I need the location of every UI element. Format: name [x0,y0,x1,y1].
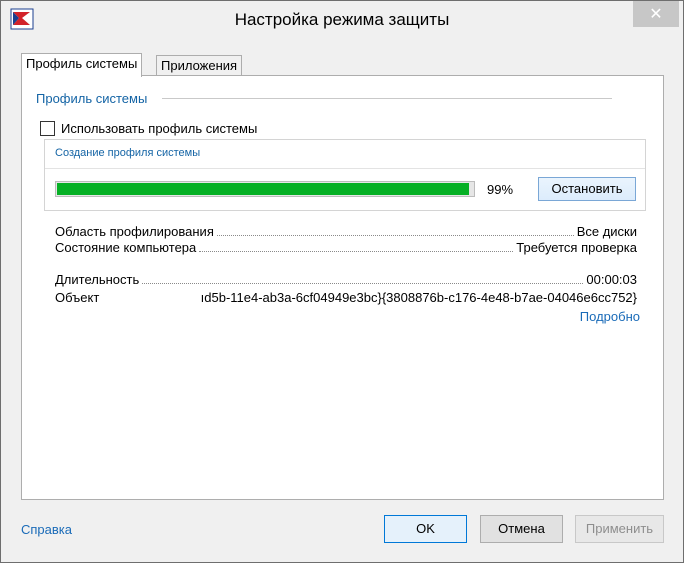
stop-button[interactable]: Остановить [538,177,636,201]
section-divider [162,98,612,99]
profile-progress-bar [55,181,475,197]
detail-value: 00:00:03 [586,272,637,287]
detail-label: Область профилирования [55,224,214,239]
window-title: Настройка режима защиты [234,10,450,29]
object-value: ıd5b-11e4-ab3a-6cf04949e3bc}{3808876b-c1… [200,290,637,305]
close-icon: ✕ [649,6,663,23]
tab-label: Приложения [161,58,238,73]
detail-row-object: Объект ıd5b-11e4-ab3a-6cf04949e3bc}{3808… [55,290,637,306]
tab-applications[interactable]: Приложения [156,55,243,77]
dotted-leader [199,251,514,252]
detail-row-duration: Длительность 00:00:03 [55,271,637,287]
ok-button[interactable]: OK [384,515,467,543]
tab-panel-system-profile: Профиль системы Использовать профиль сис… [21,75,664,500]
detail-label: Длительность [55,272,140,287]
use-system-profile-label[interactable]: Использовать профиль системы [61,121,257,136]
dotted-leader [142,283,584,284]
detail-value: Все диски [576,224,637,239]
dotted-leader [216,235,574,236]
detail-row-computer-state: Состояние компьютера Требуется проверка [55,239,637,255]
protection-mode-settings-window: Настройка режима защиты ✕ Профиль систем… [0,0,684,563]
apply-button[interactable]: Применить [575,515,664,543]
detail-label: Состояние компьютера [55,240,197,255]
profile-creation-group: Создание профиля системы 99% Остановить [44,139,646,211]
cancel-button[interactable]: Отмена [480,515,563,543]
tab-system-profile[interactable]: Профиль системы [21,53,143,77]
object-label: Объект [55,290,100,305]
detail-value: Требуется проверка [516,240,637,255]
close-button[interactable]: ✕ [633,1,679,27]
progress-fill [57,183,469,195]
details-link[interactable]: Подробно [580,309,640,324]
group-divider [45,168,645,169]
tab-label: Профиль системы [26,56,138,71]
profile-creation-title: Создание профиля системы [55,147,201,159]
progress-percent: 99% [487,182,514,197]
help-link[interactable]: Справка [21,522,72,537]
use-system-profile-checkbox[interactable] [40,121,55,136]
detail-row-scope: Область профилирования Все диски [55,223,637,239]
dialog-body: Профиль системы Приложения Профиль систе… [9,39,675,555]
title-bar[interactable]: Настройка режима защиты ✕ [1,1,683,39]
section-title: Профиль системы [36,91,148,106]
